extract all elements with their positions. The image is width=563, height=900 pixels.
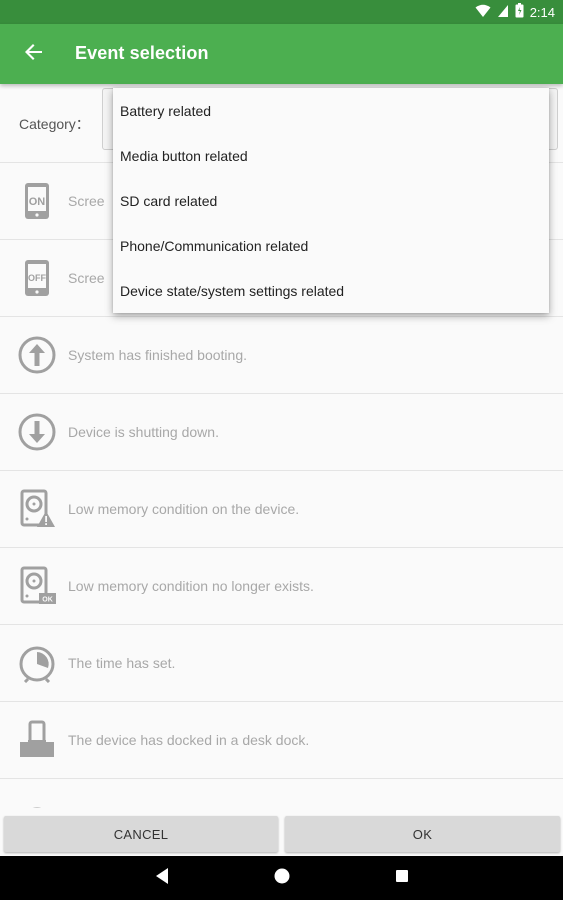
memory-ok-icon: OK [16,565,58,607]
button-bar: CANCEL OK [0,808,563,856]
list-item-memory-ok[interactable]: OK Low memory condition no longer exists… [0,548,563,625]
svg-text:OFF: OFF [28,273,46,283]
nav-recent-button[interactable] [390,866,414,890]
low-memory-icon [16,488,58,530]
back-button[interactable] [18,38,50,70]
list-item-partial[interactable] [0,779,563,808]
dropdown-option-device-state[interactable]: Device state/system settings related [113,268,549,313]
circle-home-icon [273,867,291,890]
svg-text:ON: ON [29,196,46,208]
list-item-desk-dock[interactable]: The device has docked in a desk dock. [0,702,563,779]
screen-on-icon: ON [16,180,58,222]
dropdown-option-sd-card[interactable]: SD card related [113,178,549,223]
event-selection-screen: 2:14 Event selection Category： ON Scree … [0,0,563,900]
page-title: Event selection [75,43,209,63]
nav-home-button[interactable] [270,866,294,890]
app-bar: Event selection [0,24,563,84]
list-item-boot[interactable]: System has finished booting. [0,317,563,394]
category-label: Category： [19,116,90,132]
ok-button[interactable]: OK [285,816,560,852]
cancel-button[interactable]: CANCEL [4,816,278,852]
triangle-back-icon [154,867,170,890]
clock-icon [16,642,58,684]
list-item-time-set[interactable]: The time has set. [0,625,563,702]
nav-back-button[interactable] [150,866,174,890]
list-item-text: Scree [68,193,105,209]
list-item-text: Scree [68,270,105,286]
partial-icon [16,796,58,808]
dropdown-option-battery[interactable]: Battery related [113,88,549,133]
category-dropdown: Battery related Media button related SD … [113,88,549,313]
status-icons: 2:14 [475,3,555,21]
desk-dock-icon [16,719,58,761]
navigation-bar [0,856,563,900]
battery-icon [515,3,524,21]
screen-off-icon: OFF [16,257,58,299]
status-bar: 2:14 [0,0,563,24]
shutdown-icon [16,411,58,453]
boot-up-icon [16,334,58,376]
square-recents-icon [394,868,410,889]
list-item-text: The time has set. [68,655,176,671]
list-item-shutdown[interactable]: Device is shutting down. [0,394,563,471]
wifi-icon [475,4,491,21]
list-item-text: Low memory condition on the device. [68,501,300,517]
signal-icon [497,4,509,21]
list-item-text: The device has docked in a desk dock. [68,732,310,748]
list-item-low-memory[interactable]: Low memory condition on the device. [0,471,563,548]
status-time: 2:14 [529,4,555,20]
svg-text:OK: OK [42,597,53,604]
dropdown-option-media-button[interactable]: Media button related [113,133,549,178]
dropdown-option-phone[interactable]: Phone/Communication related [113,223,549,268]
list-item-text: Low memory condition no longer exists. [68,578,314,594]
arrow-back-icon [25,43,43,66]
list-item-text: System has finished booting. [68,347,247,363]
list-item-text: Device is shutting down. [68,424,219,440]
